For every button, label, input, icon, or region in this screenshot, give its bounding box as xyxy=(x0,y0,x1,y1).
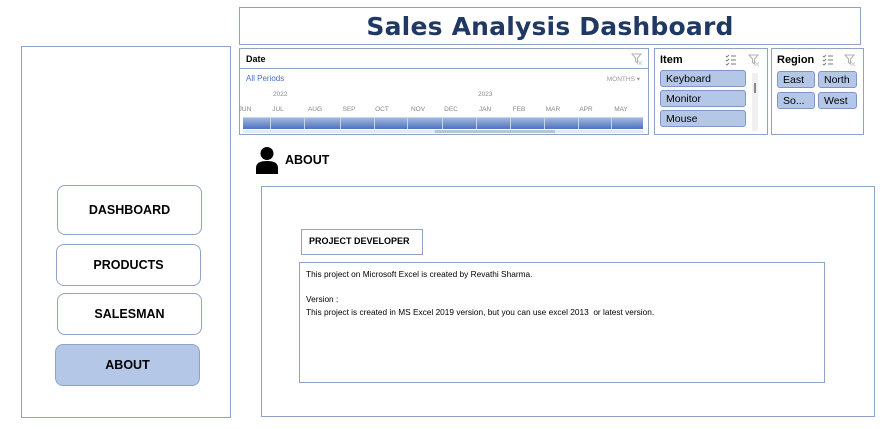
clear-filter-icon[interactable] xyxy=(631,53,643,65)
dashboard-title: Sales Analysis Dashboard xyxy=(366,11,734,41)
about-description: This project on Microsoft Excel is creat… xyxy=(299,262,825,383)
timeline-divider xyxy=(270,117,271,129)
date-timeline-slicer[interactable]: Date All Periods MONTHS ▾ 2022 2023 JUN … xyxy=(239,48,649,135)
clear-filter-icon[interactable] xyxy=(748,54,760,66)
timeline-divider xyxy=(544,117,545,129)
project-developer-label: PROJECT DEVELOPER xyxy=(301,229,423,255)
timeline-month[interactable]: SEP xyxy=(332,106,366,113)
about-creator-line: This project on Microsoft Excel is creat… xyxy=(306,269,533,279)
nav-dashboard-button[interactable]: DASHBOARD xyxy=(57,185,202,235)
item-slicer-scroll-thumb[interactable] xyxy=(754,83,756,93)
timeline-divider xyxy=(578,117,579,129)
timeline-level-label: MONTHS xyxy=(606,76,635,83)
timeline-label: Date xyxy=(246,54,266,64)
region-north-button[interactable]: North xyxy=(818,71,857,88)
timeline-month[interactable]: NOV xyxy=(401,106,435,113)
nav-products-button[interactable]: PRODUCTS xyxy=(56,244,201,286)
timeline-month[interactable]: JUL xyxy=(261,106,295,113)
timeline-month[interactable]: APR xyxy=(569,106,603,113)
timeline-month[interactable]: DEC xyxy=(434,106,468,113)
timeline-month[interactable]: JAN xyxy=(468,106,502,113)
timeline-scroll-thumb[interactable] xyxy=(435,130,555,133)
about-version-text: This project is created in MS Excel 2019… xyxy=(306,306,655,317)
timeline-divider xyxy=(374,117,375,129)
region-west-button[interactable]: West xyxy=(818,92,857,109)
timeline-period-text: All Periods xyxy=(246,74,285,83)
item-monitor-button[interactable]: Monitor xyxy=(660,90,746,107)
timeline-month[interactable]: MAY xyxy=(604,106,638,113)
timeline-divider xyxy=(476,117,477,129)
timeline-month[interactable]: MAR xyxy=(536,106,570,113)
nav-salesman-button[interactable]: SALESMAN xyxy=(57,293,202,335)
about-version-label: Version : xyxy=(306,294,339,304)
item-slicer-scrollbar[interactable] xyxy=(752,73,758,131)
user-icon xyxy=(256,147,278,174)
clear-filter-icon[interactable] xyxy=(844,54,856,66)
region-east-button[interactable]: East xyxy=(777,71,815,88)
timeline-month[interactable]: AUG xyxy=(298,106,332,113)
timeline-month[interactable]: FEB xyxy=(502,106,536,113)
item-mouse-button[interactable]: Mouse xyxy=(660,110,746,127)
item-slicer-header: Item xyxy=(660,54,683,66)
region-slicer-header: Region xyxy=(777,54,815,66)
timeline-level-dropdown[interactable]: MONTHS ▾ xyxy=(607,75,640,83)
item-slicer: Item Keyboard Monitor Mouse xyxy=(654,48,768,135)
about-heading: ABOUT xyxy=(285,153,330,167)
region-south-button[interactable]: So... xyxy=(777,92,815,109)
nav-panel: DASHBOARD PRODUCTS SALESMAN ABOUT xyxy=(21,46,231,418)
timeline-divider xyxy=(407,117,408,129)
timeline-divider xyxy=(510,117,511,129)
item-keyboard-button[interactable]: Keyboard xyxy=(660,70,746,87)
multi-select-icon[interactable] xyxy=(822,54,834,66)
title-banner: Sales Analysis Dashboard xyxy=(239,7,861,45)
timeline-divider xyxy=(340,117,341,129)
timeline-divider xyxy=(611,117,612,129)
timeline-year: 2022 xyxy=(273,91,288,98)
nav-about-button[interactable]: ABOUT xyxy=(55,344,200,386)
timeline-range-bar[interactable] xyxy=(243,117,643,129)
timeline-year: 2023 xyxy=(478,91,493,98)
region-slicer: Region East North So... West xyxy=(771,48,864,135)
timeline-header: Date xyxy=(240,49,648,69)
about-section-header: ABOUT xyxy=(255,145,329,175)
timeline-divider xyxy=(304,117,305,129)
multi-select-icon[interactable] xyxy=(725,54,737,66)
timeline-divider xyxy=(442,117,443,129)
timeline-month[interactable]: OCT xyxy=(365,106,399,113)
timeline-month[interactable]: JUN xyxy=(228,106,262,113)
